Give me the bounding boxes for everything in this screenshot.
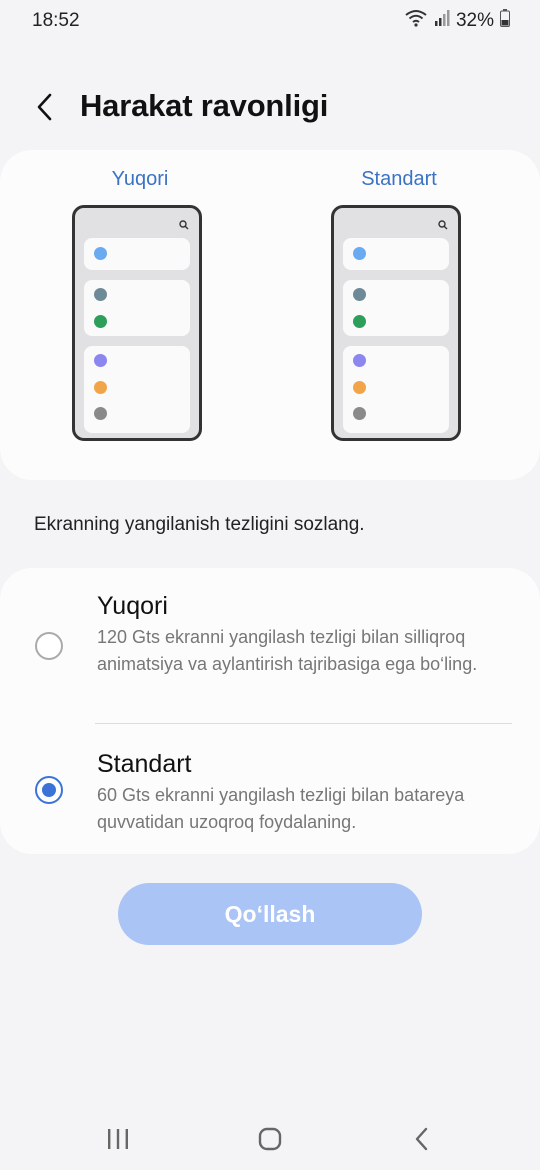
preview-label-high: Yuqori	[111, 168, 169, 190]
option-title-high: Yuqori	[97, 592, 168, 620]
preview-dot	[353, 407, 366, 420]
back-button[interactable]	[28, 90, 62, 124]
phone-illustration-standard	[331, 205, 461, 441]
option-high[interactable]: Yuqori 120 Gts ekranni yangilash tezligi…	[0, 568, 540, 723]
preview-dot	[353, 381, 366, 394]
preview-card: Yuqori Standart	[0, 150, 540, 480]
nav-back-button[interactable]	[402, 1124, 442, 1154]
option-desc-high: 120 Gts ekranni yangilash tezligi bilan …	[97, 627, 478, 674]
preview-list-card	[84, 346, 190, 433]
apply-button[interactable]: Qo‘llash	[118, 883, 422, 945]
preview-dot	[353, 288, 366, 301]
battery-icon	[500, 9, 510, 32]
navigation-bar	[0, 1110, 540, 1170]
radio-standard[interactable]	[35, 776, 63, 804]
preview-dot	[94, 247, 107, 260]
back-icon	[415, 1127, 428, 1151]
preview-list-card	[343, 238, 449, 270]
option-standard[interactable]: Standart 60 Gts ekranni yangilash tezlig…	[0, 724, 540, 854]
preview-dot	[94, 354, 107, 367]
chevron-left-icon	[37, 93, 52, 121]
preview-list-card	[84, 238, 190, 270]
app-header: Harakat ravonligi	[0, 80, 540, 136]
preview-label-standard: Standart	[361, 168, 437, 190]
status-icons: 32%	[404, 9, 510, 32]
home-button[interactable]	[250, 1124, 290, 1154]
preview-dot	[353, 315, 366, 328]
recents-button[interactable]	[98, 1124, 138, 1154]
instruction-text: Ekranning yangilanish tezligini sozlang.	[34, 514, 365, 535]
recents-icon	[108, 1129, 128, 1149]
status-bar: 18:52 32%	[0, 0, 540, 40]
options-card: Yuqori 120 Gts ekranni yangilash tezligi…	[0, 568, 540, 854]
signal-icon	[434, 9, 450, 32]
preview-high: Yuqori	[50, 168, 230, 203]
preview-dot	[94, 315, 107, 328]
phone-illustration-high	[72, 205, 202, 441]
preview-dot	[94, 407, 107, 420]
search-icon	[438, 220, 448, 230]
preview-list-card	[343, 280, 449, 336]
preview-dot	[353, 354, 366, 367]
page-title: Harakat ravonligi	[80, 88, 329, 123]
home-icon	[258, 1127, 282, 1151]
preview-list-card	[343, 346, 449, 433]
option-desc-standard: 60 Gts ekranni yangilash tezligi bilan b…	[97, 785, 465, 832]
wifi-icon	[404, 9, 428, 32]
radio-high[interactable]	[35, 632, 63, 660]
preview-standard: Standart	[309, 168, 489, 203]
preview-dot	[94, 288, 107, 301]
preview-dot	[94, 381, 107, 394]
preview-list-card	[84, 280, 190, 336]
preview-dot	[353, 247, 366, 260]
option-title-standard: Standart	[97, 750, 192, 778]
status-time: 18:52	[32, 10, 80, 31]
battery-percent: 32%	[455, 9, 494, 31]
search-icon	[179, 220, 189, 230]
